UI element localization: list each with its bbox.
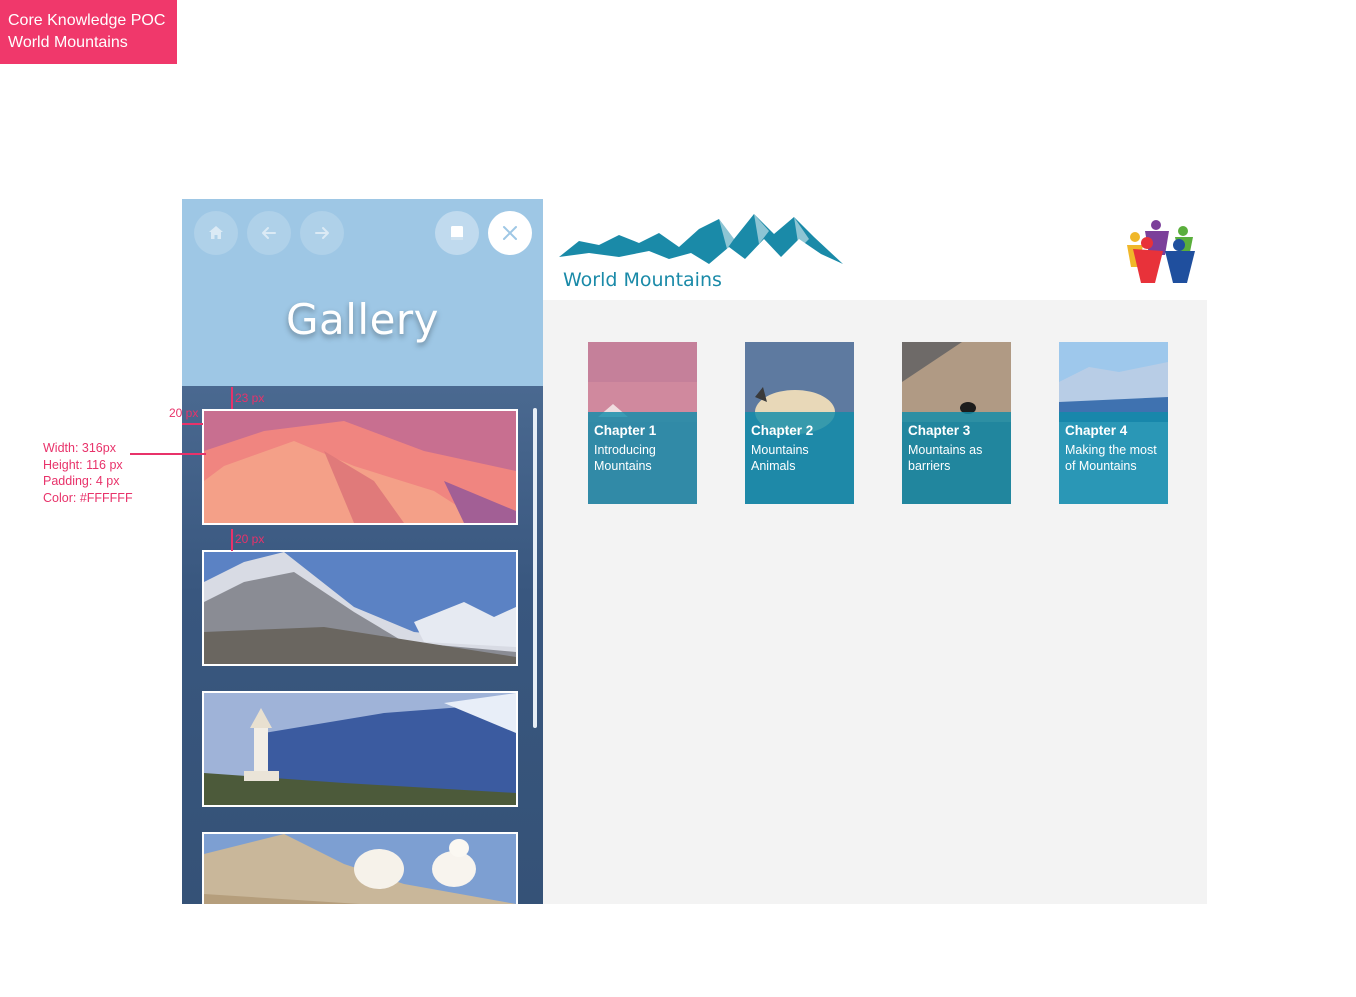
annotation-color: Color: #FFFFFF [43,490,133,505]
arrow-right-icon [315,227,329,239]
close-icon [503,226,517,240]
gallery-thumbnail[interactable] [202,409,518,525]
gallery-thumbnail[interactable] [202,832,518,904]
gallery-title: Gallery [285,295,440,344]
project-tag-line-1: Core Knowledge POC [8,12,166,29]
main-content: World Mountains Chapter 1 Introducing Mou… [543,199,1207,904]
gallery-header: Gallery [182,199,543,386]
chapter-card-2[interactable]: Chapter 2 Mountains Animals [745,342,854,504]
app-title: World Mountains [563,269,722,291]
project-tag: Core Knowledge POC World Mountains [0,0,177,64]
chapter-number: Chapter 4 [1065,423,1128,438]
chapter-number: Chapter 3 [908,423,971,438]
chapter-card-4[interactable]: Chapter 4 Making the most of Mountains [1059,342,1168,504]
annotation-spec: Width: 316px Height: 116 px Padding: 4 p… [43,440,133,506]
app-header: World Mountains [543,199,1207,300]
mountains-logo-icon [559,214,843,264]
gallery-thumbnail[interactable] [202,550,518,666]
annotation-between-gap: 20 px [235,532,265,546]
gallery-panel: Gallery [182,199,543,904]
home-icon [209,226,223,239]
arrow-left-icon [262,227,276,239]
annotation-width: Width: 316px [43,441,116,455]
people-logo-icon [1127,220,1195,283]
project-tag-line-2: World Mountains [8,34,128,51]
chapter-card-1[interactable]: Chapter 1 Introducing Mountains [588,342,697,504]
annotation-padding: Padding: 4 px [43,474,120,488]
home-button[interactable] [194,211,238,255]
book-icon [451,226,463,240]
chapter-name: Mountains Animals [751,443,809,473]
chapter-name: Introducing Mountains [594,443,656,473]
gallery-scrollbar[interactable] [533,408,537,728]
chapter-number: Chapter 2 [751,423,814,438]
chapter-card-3[interactable]: Chapter 3 Mountains as barriers [902,342,1011,504]
gallery-thumbnail[interactable] [202,691,518,807]
chapter-number: Chapter 1 [594,423,657,438]
annotation-height: Height: 116 px [43,457,123,472]
annotation-line [231,529,233,551]
book-button[interactable] [435,211,479,255]
annotation-line [182,423,203,425]
chapter-name: Mountains as barriers [908,443,983,473]
close-button[interactable] [488,211,532,255]
forward-button[interactable] [300,211,344,255]
back-button[interactable] [247,211,291,255]
chapter-name: Making the most of Mountains [1065,443,1157,473]
annotation-left-gap: 20 px [169,406,199,420]
annotation-line [130,453,206,455]
annotation-top-gap: 23 px [235,391,265,405]
annotation-line [231,387,233,409]
